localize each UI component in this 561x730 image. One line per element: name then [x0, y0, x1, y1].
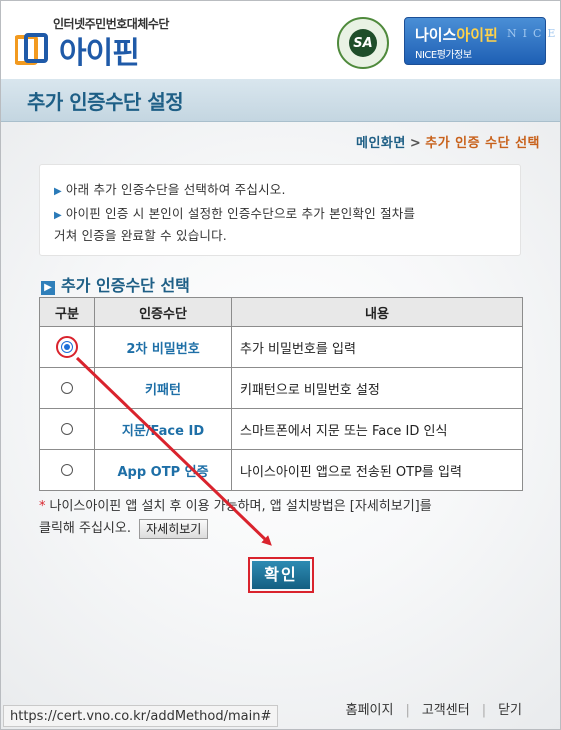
footer-links: 홈페이지 | 고객센터 | 닫기 [346, 699, 522, 718]
auth-method-table: 구분 인증수단 내용 2차 비밀번호 추가 비밀번호를 입력 키패턴 키패턴으로… [39, 297, 523, 491]
method-description: 추가 비밀번호를 입력 [231, 326, 523, 368]
ipin-logo: 인터넷주민번호대체수단 아이핀 [15, 11, 205, 71]
section-title: ▶ 추가 인증수단 선택 [41, 272, 190, 296]
column-header-category: 구분 [39, 297, 95, 327]
footer-divider: | [405, 703, 410, 718]
install-note-text-2: 클릭해 주십시오. [39, 521, 131, 536]
main-content: 메인화면 > 추가 인증 수단 선택 ▶ 아래 추가 인증수단을 선택하여 주십시오.… [1, 122, 560, 729]
asterisk: * [39, 499, 46, 514]
notice-line-2: ▶ 아이핀 인증 시 본인이 설정한 인증수단으로 추가 본인확인 절차를 [54, 203, 415, 227]
table-row[interactable]: App OTP 인증 나이스아이핀 앱으로 전송된 OTP를 입력 [39, 449, 523, 491]
method-name[interactable]: 키패턴 [94, 367, 232, 409]
nice-title-part1: 나이스 [415, 26, 457, 44]
method-description: 스마트폰에서 지문 또는 Face ID 인식 [231, 408, 523, 450]
breadcrumb-current: 추가 인증 수단 선택 [425, 136, 540, 151]
breadcrumb: 메인화면 > 추가 인증 수단 선택 [356, 132, 540, 151]
footer-divider: | [481, 703, 487, 718]
nice-title: 나이스아이핀 [415, 24, 498, 45]
footer-link-homepage[interactable]: 홈페이지 [346, 703, 394, 718]
footer-link-close[interactable]: 닫기 [498, 703, 522, 718]
ipin-logo-icon [15, 33, 48, 65]
logo-text: 아이핀 [59, 36, 140, 71]
radio-cell [39, 367, 95, 409]
notice-text-1: 아래 추가 인증수단을 선택하여 주십시오. [65, 182, 286, 197]
highlight-circle [56, 336, 78, 358]
table-row[interactable]: 키패턴 키패턴으로 비밀번호 설정 [39, 367, 523, 409]
radio-cell [39, 408, 95, 450]
method-name[interactable]: 2차 비밀번호 [94, 326, 232, 368]
breadcrumb-home[interactable]: 메인화면 [356, 136, 406, 151]
install-note: * 나이스아이핀 앱 설치 후 이용 가능하며, 앱 설치방법은 [자세히보기]를… [39, 496, 529, 540]
method-description: 키패턴으로 비밀번호 설정 [231, 367, 523, 409]
section-title-text: 추가 인증수단 선택 [61, 276, 190, 295]
bullet-icon: ▶ [54, 186, 62, 197]
nice-ipin-brand: 나이스아이핀 NICE평가정보 NICE [404, 17, 561, 65]
detail-view-button[interactable]: 자세히보기 [139, 518, 209, 539]
bullet-icon: ▶ [54, 210, 62, 221]
radio-fingerprint-faceid[interactable] [61, 423, 73, 435]
table-row[interactable]: 지문/Face ID 스마트폰에서 지문 또는 Face ID 인식 [39, 408, 523, 450]
footer-link-customer-center[interactable]: 고객센터 [422, 703, 470, 718]
install-note-text-1: 나이스아이핀 앱 설치 후 이용 가능하며, 앱 설치방법은 [자세히보기]를 [49, 499, 432, 514]
notice-line-1: ▶ 아래 추가 인증수단을 선택하여 주십시오. [54, 179, 286, 203]
radio-second-password[interactable] [61, 341, 73, 353]
title-bar: 추가 인증수단 설정 [1, 79, 560, 122]
sa-badge-text: SA [349, 29, 377, 57]
header: 인터넷주민번호대체수단 아이핀 SA 나이스아이핀 NICE평가정보 NICE [1, 1, 560, 79]
window-frame: 인터넷주민번호대체수단 아이핀 SA 나이스아이핀 NICE평가정보 NICE … [0, 0, 561, 730]
radio-cell [39, 449, 95, 491]
column-header-description: 내용 [231, 297, 523, 327]
radio-cell [39, 326, 95, 368]
nice-subtitle: NICE평가정보 [415, 50, 472, 61]
nice-title-part2: 아이핀 [456, 26, 498, 44]
confirm-highlight: 확인 [248, 557, 314, 593]
security-award-badge: SA [337, 17, 389, 69]
page-title: 추가 인증수단 설정 [27, 90, 184, 114]
column-header-method: 인증수단 [94, 297, 232, 327]
method-name[interactable]: App OTP 인증 [94, 449, 232, 491]
table-header-row: 구분 인증수단 내용 [39, 297, 523, 327]
breadcrumb-separator: > [409, 136, 422, 151]
method-description: 나이스아이핀 앱으로 전송된 OTP를 입력 [231, 449, 523, 491]
notice-text-3: 거쳐 인증을 완료할 수 있습니다. [54, 228, 227, 243]
section-arrow-icon: ▶ [41, 281, 55, 295]
notice-text-2: 아이핀 인증 시 본인이 설정한 인증수단으로 추가 본인확인 절차를 [65, 206, 416, 221]
status-bar-url: https://cert.vno.co.kr/addMethod/main# [3, 705, 279, 727]
method-name[interactable]: 지문/Face ID [94, 408, 232, 450]
confirm-button[interactable]: 확인 [252, 561, 310, 589]
radio-app-otp[interactable] [61, 464, 73, 476]
nice-deco-text: NICE [507, 27, 561, 40]
notice-box: ▶ 아래 추가 인증수단을 선택하여 주십시오. ▶ 아이핀 인증 시 본인이 설정… [39, 164, 521, 256]
notice-line-3: 거쳐 인증을 완료할 수 있습니다. [54, 225, 227, 247]
radio-key-pattern[interactable] [61, 382, 73, 394]
table-row[interactable]: 2차 비밀번호 추가 비밀번호를 입력 [39, 326, 523, 368]
